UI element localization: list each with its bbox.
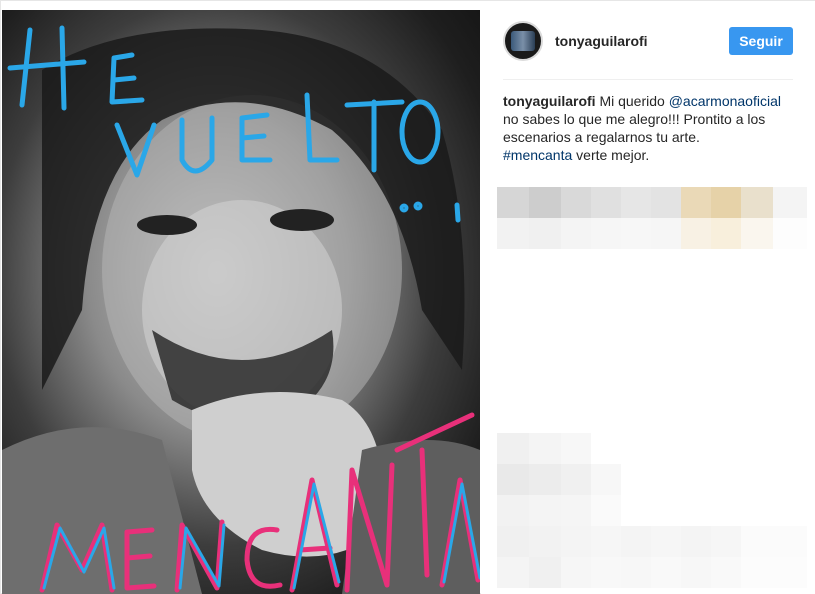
caption-username[interactable]: tonyaguilarofi (503, 93, 596, 109)
caption-text-2: no sabes lo que me alegro!!! Prontito a … (503, 111, 766, 145)
profile-avatar[interactable] (503, 21, 543, 61)
post-image[interactable] (2, 10, 480, 594)
redacted-region-top (497, 187, 807, 249)
post-frame: tonyaguilarofi Seguir tonyaguilarofi Mi … (0, 0, 815, 594)
post-sidebar: tonyaguilarofi Seguir tonyaguilarofi Mi … (481, 1, 815, 594)
caption-hashtag[interactable]: #mencanta (503, 147, 572, 163)
follow-button[interactable]: Seguir (729, 27, 793, 55)
redacted-region-bottom (497, 433, 807, 588)
caption-mention[interactable]: @acarmonaoficial (669, 93, 781, 109)
header-divider (503, 79, 793, 80)
post-caption: tonyaguilarofi Mi querido @acarmonaofici… (503, 92, 793, 164)
post-image-art (2, 25, 480, 594)
post-header: tonyaguilarofi Seguir (503, 19, 793, 63)
author-username[interactable]: tonyaguilarofi (555, 33, 648, 49)
caption-text-1: Mi querido (595, 93, 669, 109)
caption-text-3: verte mejor. (572, 147, 650, 163)
